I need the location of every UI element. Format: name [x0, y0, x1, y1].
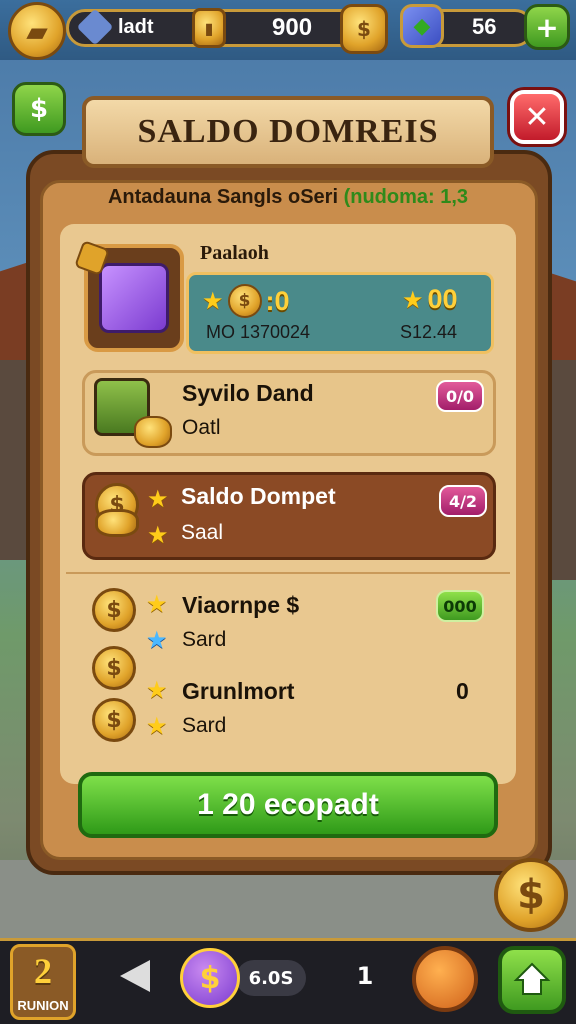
- reward-subtitle: Sard: [182, 714, 227, 737]
- coin-stack-base-icon: [95, 509, 139, 537]
- topbar-label: ladt: [118, 16, 154, 38]
- top-card-value-left: :0: [265, 285, 290, 316]
- play-arrow-icon[interactable]: [120, 960, 150, 992]
- level-label: RUNION: [17, 998, 69, 1013]
- subtitle-highlight: (nudoma: 1,3: [343, 186, 469, 208]
- gold-stack-icon: ▮: [192, 8, 226, 48]
- coin-icon: $: [92, 588, 136, 632]
- coin-shop-button[interactable]: $: [494, 858, 568, 932]
- gem-icon: ◆: [400, 4, 444, 48]
- dialog-title-banner: SALDO DOMREIS: [82, 96, 494, 168]
- top-card-label: Paalaoh: [200, 242, 269, 264]
- star-icon: ★: [146, 712, 168, 740]
- star-icon: ★: [147, 485, 169, 513]
- reward-title: Grunlmort: [182, 678, 295, 704]
- home-button[interactable]: [498, 946, 566, 1014]
- status-badge: 4/2: [439, 485, 487, 517]
- home-icon: [513, 962, 551, 995]
- list-item-selected[interactable]: $ ★ ★ Saldo Dompet Saal 4/2: [82, 472, 496, 560]
- star-icon: ★: [202, 287, 224, 315]
- star-icon: ★: [402, 285, 424, 314]
- reward-title: Viaornpe $: [182, 592, 300, 618]
- nav-pill: 6.0S: [236, 960, 306, 996]
- gold-bar-button[interactable]: [412, 946, 478, 1012]
- reward-value: 0: [456, 678, 469, 704]
- confirm-button[interactable]: 1 20 ecopadt: [78, 772, 498, 838]
- dialog-subtitle: Antadauna Sangls oSeri (nudoma: 1,3: [60, 186, 516, 209]
- back-button[interactable]: $: [12, 82, 66, 136]
- status-badge: 0/0: [436, 380, 484, 412]
- divider: [66, 572, 510, 574]
- subtitle-main: Antadauna Sangls oSeri: [107, 186, 339, 208]
- row-subtitle: Oatl: [182, 416, 221, 439]
- gold-bar-icon[interactable]: ▰: [8, 2, 66, 60]
- top-card-value-right: 00: [427, 284, 458, 314]
- row-title: Syvilo Dand: [182, 380, 314, 406]
- gem-count: 56: [472, 14, 497, 39]
- chest-icon: [99, 263, 169, 333]
- purple-coin-button[interactable]: $: [180, 948, 240, 1008]
- reward-badge[interactable]: 000: [436, 590, 484, 622]
- level-number: 2: [34, 951, 52, 991]
- star-icon: ★: [147, 521, 169, 549]
- dialog-title: SALDO DOMREIS: [137, 113, 439, 150]
- top-card-right-value: ★ 00: [402, 284, 458, 315]
- star-icon: ★: [146, 590, 168, 618]
- coin-count: 900: [272, 14, 313, 41]
- currency-pill: [66, 9, 386, 47]
- row-subtitle: Saal: [181, 521, 224, 544]
- star-icon: ★: [146, 676, 168, 704]
- coin-icon: $: [227, 284, 262, 318]
- close-button[interactable]: ✕: [510, 90, 564, 144]
- reward-subtitle: Sard: [182, 628, 227, 651]
- nav-number: 1: [356, 962, 374, 990]
- gold-hexagon-icon[interactable]: $: [340, 4, 388, 54]
- row-title: Saldo Dompet: [181, 483, 336, 509]
- blue-star-icon: ★: [146, 626, 168, 654]
- coin-icon: $: [92, 646, 136, 690]
- coin-pile-icon: [134, 416, 172, 448]
- top-card-left-value: ★ $ :0: [202, 284, 290, 318]
- add-gems-button[interactable]: +: [524, 4, 570, 50]
- top-card-sub-right: S12.44: [400, 322, 458, 342]
- coin-icon: $: [92, 698, 136, 742]
- top-card-sub-left: MO 1370024: [206, 322, 311, 342]
